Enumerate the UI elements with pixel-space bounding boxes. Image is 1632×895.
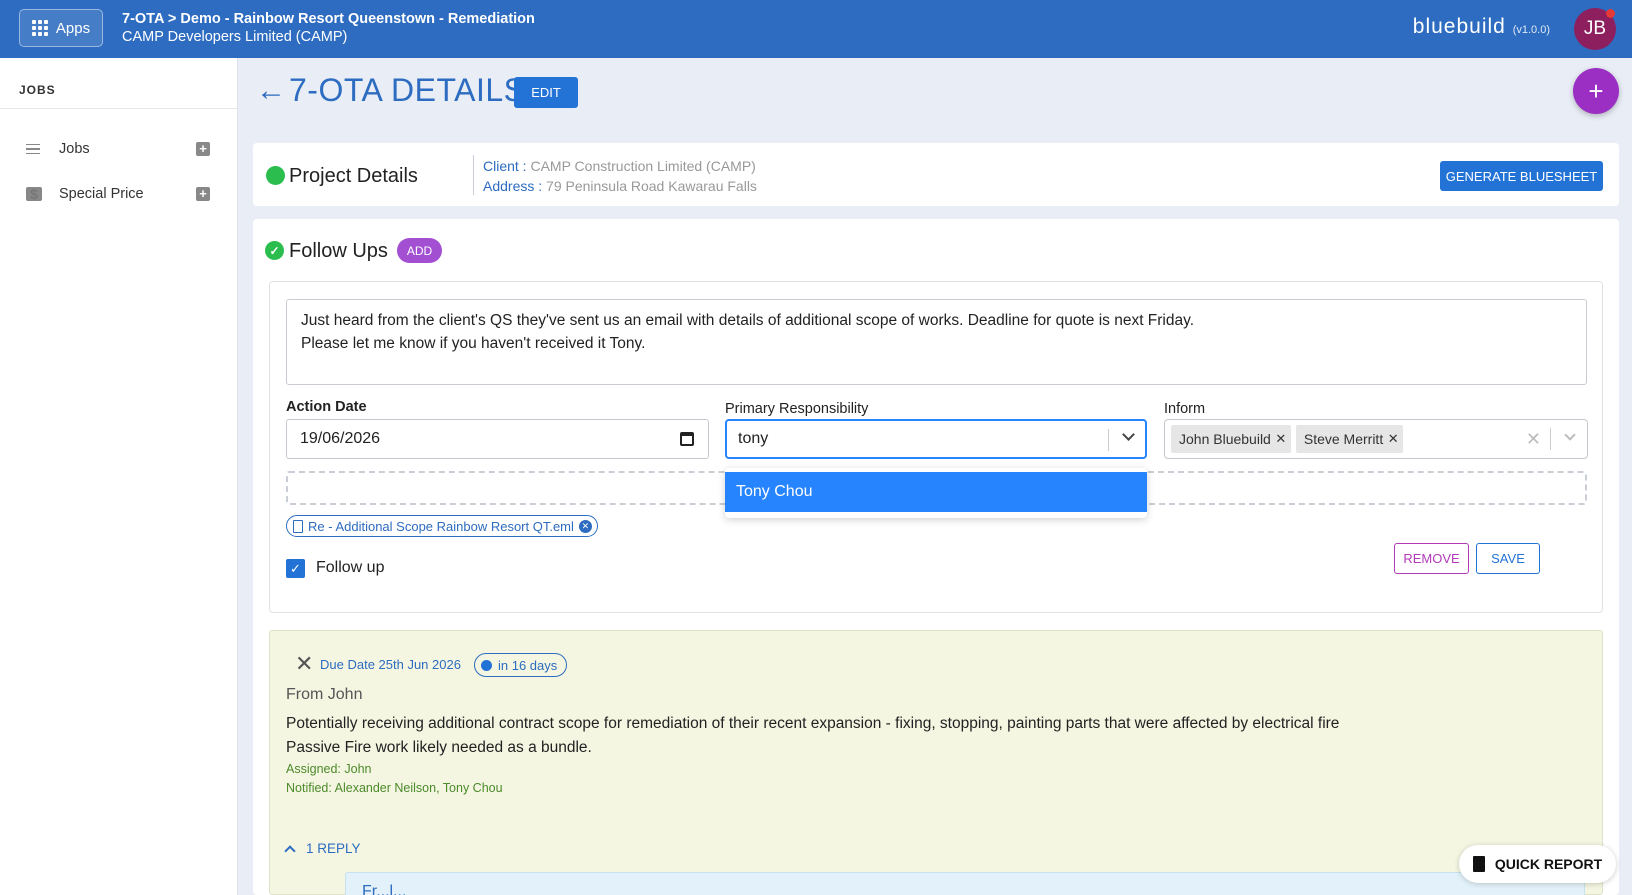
page-title: 7-OTA DETAILS — [289, 72, 526, 108]
select-divider — [1108, 429, 1109, 451]
follow-ups-card: ✓ Follow Ups ADD Just heard from the cli… — [253, 219, 1619, 895]
file-icon — [293, 519, 303, 533]
sidebar-item-jobs[interactable]: Jobs + — [0, 129, 237, 169]
entry-body: Potentially receiving additional contrac… — [286, 715, 1340, 756]
organization-name: CAMP Developers Limited (CAMP) — [122, 29, 348, 45]
primary-responsibility-label: Primary Responsibility — [725, 401, 869, 417]
action-date-input[interactable]: 19/06/2026 — [286, 419, 709, 459]
divider — [473, 155, 474, 195]
chip-label: John Bluebuild — [1179, 431, 1271, 447]
add-follow-up-button[interactable]: ADD — [397, 238, 442, 263]
due-status-text: in 16 days — [498, 657, 558, 673]
inform-label: Inform — [1164, 401, 1206, 417]
primary-responsibility-select[interactable]: tony — [725, 419, 1147, 459]
inform-chip: John Bluebuild ✕ — [1171, 425, 1291, 453]
follow-up-form: Just heard from the client's QS they've … — [269, 281, 1603, 613]
remove-button[interactable]: REMOVE — [1394, 543, 1469, 574]
client-line: Client : CAMP Construction Limited (CAMP… — [483, 158, 756, 174]
follow-ups-title: Follow Ups — [289, 240, 388, 262]
inform-multiselect[interactable]: John Bluebuild ✕ Steve Merritt ✕ ✕ — [1164, 419, 1588, 459]
brand-name: bluebuild — [1412, 15, 1506, 38]
attachment-chip[interactable]: Re - Additional Scope Rainbow Resort QT.… — [286, 515, 598, 537]
due-status-badge: in 16 days — [474, 653, 568, 677]
apps-button[interactable]: Apps — [19, 9, 103, 47]
chevron-down-icon[interactable] — [1122, 428, 1135, 441]
sidebar-item-label: Special Price — [59, 186, 144, 202]
sidebar-divider — [0, 108, 237, 109]
generate-bluesheet-button[interactable]: GENERATE BLUESHEET — [1440, 161, 1603, 191]
apps-grid-icon — [31, 20, 48, 36]
clear-all-icon[interactable]: ✕ — [1526, 429, 1541, 450]
client-key: Client : — [483, 158, 527, 174]
entry-assigned: Assigned: John — [286, 762, 372, 776]
project-details-title: Project Details — [289, 165, 418, 187]
chevron-up-icon — [284, 844, 296, 857]
follow-up-checkbox[interactable]: ✓ — [286, 559, 305, 578]
action-date-value: 19/06/2026 — [300, 430, 381, 447]
inform-chip: Steve Merritt ✕ — [1295, 425, 1404, 453]
chip-remove-icon[interactable]: ✕ — [1383, 431, 1403, 447]
primary-responsibility-value: tony — [738, 430, 769, 447]
chip-label: Steve Merritt — [1303, 431, 1384, 447]
user-avatar[interactable]: JB — [1574, 8, 1616, 50]
project-details-card: Project Details Client : CAMP Constructi… — [253, 143, 1619, 206]
quick-report-button[interactable]: QUICK REPORT — [1459, 845, 1616, 883]
sidebar-item-label: Jobs — [59, 141, 90, 157]
action-date-label: Action Date — [286, 399, 367, 415]
reply-preview: Fr...l... — [345, 872, 1585, 895]
toggle-replies-button[interactable]: 1 REPLY — [284, 841, 361, 857]
status-dot-icon — [266, 166, 285, 185]
note-textarea[interactable]: Just heard from the client's QS they've … — [286, 299, 1587, 385]
close-icon[interactable]: ✕ — [295, 651, 313, 677]
primary-responsibility-dropdown: Tony Chou — [725, 468, 1147, 518]
apps-label: Apps — [55, 19, 91, 37]
dropdown-option[interactable]: Tony Chou — [725, 472, 1147, 512]
check-circle-icon: ✓ — [265, 241, 284, 260]
quick-report-label: QUICK REPORT — [1494, 856, 1603, 872]
status-dot-icon — [481, 659, 492, 671]
sidebar-title: JOBS — [19, 83, 56, 97]
edit-button[interactable]: EDIT — [514, 77, 578, 108]
client-value: CAMP Construction Limited (CAMP) — [530, 158, 756, 174]
follow-up-entry: ✕ Due Date 25th Jun 2026 in 16 days From… — [269, 630, 1603, 895]
sidebar-item-special-price[interactable]: $ Special Price + — [0, 174, 237, 214]
breadcrumb: 7-OTA > Demo - Rainbow Resort Queenstown… — [122, 11, 535, 27]
sidebar: JOBS Jobs + $ Special Price + — [0, 58, 238, 895]
top-bar: Apps 7-OTA > Demo - Rainbow Resort Queen… — [0, 0, 1632, 58]
entry-notified: Notified: Alexander Neilson, Tony Chou — [286, 781, 503, 795]
price-tag-icon: $ — [26, 187, 42, 201]
add-fab-button[interactable]: + — [1573, 68, 1619, 114]
report-icon — [1472, 856, 1485, 872]
back-arrow-icon[interactable]: ← — [256, 74, 286, 108]
address-line: Address : 79 Peninsula Road Kawarau Fall… — [483, 178, 757, 194]
list-icon — [26, 143, 40, 155]
add-special-price-icon[interactable]: + — [196, 187, 210, 201]
address-value: 79 Peninsula Road Kawarau Falls — [546, 178, 757, 194]
save-button[interactable]: SAVE — [1476, 543, 1540, 574]
chevron-down-icon[interactable] — [1564, 429, 1576, 441]
calendar-icon[interactable] — [680, 432, 694, 446]
reply-author: Fr...l... — [362, 883, 407, 895]
brand-logo: bluebuild (v1.0.0) — [1413, 15, 1550, 39]
due-date: Due Date 25th Jun 2026 — [320, 657, 461, 672]
attachment-name: Re - Additional Scope Rainbow Resort QT.… — [308, 518, 574, 534]
reply-count: 1 REPLY — [306, 841, 361, 856]
chip-remove-icon[interactable]: ✕ — [1271, 431, 1291, 447]
entry-author: From John — [286, 686, 363, 703]
add-job-icon[interactable]: + — [196, 142, 210, 156]
remove-attachment-icon[interactable]: ✕ — [578, 519, 592, 533]
address-key: Address : — [483, 178, 543, 194]
follow-up-checkbox-label: Follow up — [316, 559, 385, 576]
select-divider — [1550, 428, 1551, 450]
app-version: (v1.0.0) — [1512, 24, 1550, 36]
